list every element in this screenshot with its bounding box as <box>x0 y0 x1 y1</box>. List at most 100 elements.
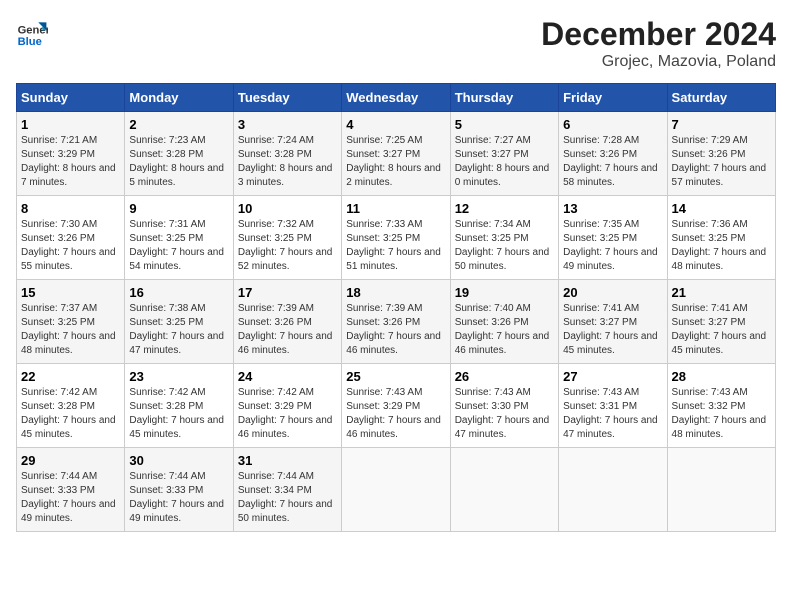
day-number: 24 <box>238 369 337 384</box>
calendar-cell: 29 Sunrise: 7:44 AMSunset: 3:33 PMDayligh… <box>17 448 125 532</box>
day-info: Sunrise: 7:43 AMSunset: 3:29 PMDaylight:… <box>346 386 445 442</box>
weekday-header-saturday: Saturday <box>667 84 775 112</box>
calendar-table: SundayMondayTuesdayWednesdayThursdayFrid… <box>16 83 776 532</box>
day-number: 26 <box>455 369 554 384</box>
day-info: Sunrise: 7:43 AMSunset: 3:30 PMDaylight:… <box>455 386 554 442</box>
calendar-cell <box>342 448 450 532</box>
calendar-cell <box>559 448 667 532</box>
calendar-cell <box>667 448 775 532</box>
day-info: Sunrise: 7:39 AMSunset: 3:26 PMDaylight:… <box>238 302 337 358</box>
calendar-cell: 22 Sunrise: 7:42 AMSunset: 3:28 PMDayligh… <box>17 364 125 448</box>
day-number: 23 <box>129 369 228 384</box>
calendar-cell: 30 Sunrise: 7:44 AMSunset: 3:33 PMDayligh… <box>125 448 233 532</box>
day-info: Sunrise: 7:42 AMSunset: 3:29 PMDaylight:… <box>238 386 337 442</box>
day-info: Sunrise: 7:43 AMSunset: 3:31 PMDaylight:… <box>563 386 662 442</box>
day-info: Sunrise: 7:40 AMSunset: 3:26 PMDaylight:… <box>455 302 554 358</box>
day-info: Sunrise: 7:35 AMSunset: 3:25 PMDaylight:… <box>563 218 662 274</box>
day-number: 8 <box>21 201 120 216</box>
day-number: 19 <box>455 285 554 300</box>
day-number: 5 <box>455 117 554 132</box>
calendar-cell: 2 Sunrise: 7:23 AMSunset: 3:28 PMDaylight… <box>125 112 233 196</box>
day-number: 17 <box>238 285 337 300</box>
day-info: Sunrise: 7:44 AMSunset: 3:33 PMDaylight:… <box>129 470 228 526</box>
day-info: Sunrise: 7:23 AMSunset: 3:28 PMDaylight:… <box>129 134 228 190</box>
day-number: 12 <box>455 201 554 216</box>
calendar-cell: 7 Sunrise: 7:29 AMSunset: 3:26 PMDaylight… <box>667 112 775 196</box>
calendar-cell: 8 Sunrise: 7:30 AMSunset: 3:26 PMDaylight… <box>17 196 125 280</box>
page-header: General Blue December 2024 Grojec, Mazov… <box>16 16 776 71</box>
calendar-cell: 12 Sunrise: 7:34 AMSunset: 3:25 PMDayligh… <box>450 196 558 280</box>
weekday-header-thursday: Thursday <box>450 84 558 112</box>
day-number: 4 <box>346 117 445 132</box>
day-info: Sunrise: 7:33 AMSunset: 3:25 PMDaylight:… <box>346 218 445 274</box>
calendar-cell: 26 Sunrise: 7:43 AMSunset: 3:30 PMDayligh… <box>450 364 558 448</box>
day-info: Sunrise: 7:44 AMSunset: 3:33 PMDaylight:… <box>21 470 120 526</box>
day-number: 11 <box>346 201 445 216</box>
calendar-cell: 23Sunrise: 7:42 AMSunset: 3:28 PMDayligh… <box>125 364 233 448</box>
day-info: Sunrise: 7:43 AMSunset: 3:32 PMDaylight:… <box>672 386 771 442</box>
day-info: Sunrise: 7:24 AMSunset: 3:28 PMDaylight:… <box>238 134 337 190</box>
calendar-cell: 3 Sunrise: 7:24 AMSunset: 3:28 PMDaylight… <box>233 112 341 196</box>
calendar-cell: 24 Sunrise: 7:42 AMSunset: 3:29 PMDayligh… <box>233 364 341 448</box>
day-number: 6 <box>563 117 662 132</box>
calendar-cell: 27 Sunrise: 7:43 AMSunset: 3:31 PMDayligh… <box>559 364 667 448</box>
day-number: 28 <box>672 369 771 384</box>
calendar-cell: 6 Sunrise: 7:28 AMSunset: 3:26 PMDaylight… <box>559 112 667 196</box>
title-block: December 2024 Grojec, Mazovia, Poland <box>541 16 776 71</box>
calendar-cell: 16 Sunrise: 7:38 AMSunset: 3:25 PMDayligh… <box>125 280 233 364</box>
day-info: Sunrise: 7:30 AMSunset: 3:26 PMDaylight:… <box>21 218 120 274</box>
day-info: Sunrise: 7:27 AMSunset: 3:27 PMDaylight:… <box>455 134 554 190</box>
day-number: 3 <box>238 117 337 132</box>
calendar-cell: 31Sunrise: 7:44 AMSunset: 3:34 PMDayligh… <box>233 448 341 532</box>
logo: General Blue <box>16 16 48 48</box>
day-number: 29 <box>21 453 120 468</box>
calendar-cell: 9 Sunrise: 7:31 AMSunset: 3:25 PMDaylight… <box>125 196 233 280</box>
day-number: 30 <box>129 453 228 468</box>
day-number: 9 <box>129 201 228 216</box>
calendar-cell: 17 Sunrise: 7:39 AMSunset: 3:26 PMDayligh… <box>233 280 341 364</box>
day-info: Sunrise: 7:42 AMSunset: 3:28 PMDaylight:… <box>21 386 120 442</box>
calendar-cell: 20Sunrise: 7:41 AMSunset: 3:27 PMDayligh… <box>559 280 667 364</box>
day-number: 15 <box>21 285 120 300</box>
day-info: Sunrise: 7:34 AMSunset: 3:25 PMDaylight:… <box>455 218 554 274</box>
calendar-cell: 10Sunrise: 7:32 AMSunset: 3:25 PMDayligh… <box>233 196 341 280</box>
day-info: Sunrise: 7:25 AMSunset: 3:27 PMDaylight:… <box>346 134 445 190</box>
day-number: 7 <box>672 117 771 132</box>
calendar-cell: 14Sunrise: 7:36 AMSunset: 3:25 PMDayligh… <box>667 196 775 280</box>
day-number: 22 <box>21 369 120 384</box>
day-number: 31 <box>238 453 337 468</box>
day-number: 10 <box>238 201 337 216</box>
day-number: 20 <box>563 285 662 300</box>
weekday-header-wednesday: Wednesday <box>342 84 450 112</box>
day-number: 25 <box>346 369 445 384</box>
weekday-header-tuesday: Tuesday <box>233 84 341 112</box>
day-info: Sunrise: 7:37 AMSunset: 3:25 PMDaylight:… <box>21 302 120 358</box>
day-info: Sunrise: 7:38 AMSunset: 3:25 PMDaylight:… <box>129 302 228 358</box>
calendar-cell: 15 Sunrise: 7:37 AMSunset: 3:25 PMDayligh… <box>17 280 125 364</box>
day-info: Sunrise: 7:21 AMSunset: 3:29 PMDaylight:… <box>21 134 120 190</box>
day-number: 2 <box>129 117 228 132</box>
logo-icon: General Blue <box>16 16 48 48</box>
day-info: Sunrise: 7:31 AMSunset: 3:25 PMDaylight:… <box>129 218 228 274</box>
day-number: 16 <box>129 285 228 300</box>
day-number: 27 <box>563 369 662 384</box>
day-info: Sunrise: 7:29 AMSunset: 3:26 PMDaylight:… <box>672 134 771 190</box>
page-subtitle: Grojec, Mazovia, Poland <box>541 53 776 71</box>
calendar-cell: 4 Sunrise: 7:25 AMSunset: 3:27 PMDaylight… <box>342 112 450 196</box>
day-number: 21 <box>672 285 771 300</box>
day-info: Sunrise: 7:28 AMSunset: 3:26 PMDaylight:… <box>563 134 662 190</box>
calendar-cell: 11 Sunrise: 7:33 AMSunset: 3:25 PMDayligh… <box>342 196 450 280</box>
weekday-header-sunday: Sunday <box>17 84 125 112</box>
day-number: 13 <box>563 201 662 216</box>
calendar-cell: 28 Sunrise: 7:43 AMSunset: 3:32 PMDayligh… <box>667 364 775 448</box>
day-info: Sunrise: 7:39 AMSunset: 3:26 PMDaylight:… <box>346 302 445 358</box>
day-number: 18 <box>346 285 445 300</box>
calendar-cell: 21Sunrise: 7:41 AMSunset: 3:27 PMDayligh… <box>667 280 775 364</box>
calendar-cell: 13 Sunrise: 7:35 AMSunset: 3:25 PMDayligh… <box>559 196 667 280</box>
calendar-cell: 19 Sunrise: 7:40 AMSunset: 3:26 PMDayligh… <box>450 280 558 364</box>
calendar-cell <box>450 448 558 532</box>
calendar-cell: 25 Sunrise: 7:43 AMSunset: 3:29 PMDayligh… <box>342 364 450 448</box>
weekday-header-monday: Monday <box>125 84 233 112</box>
weekday-header-friday: Friday <box>559 84 667 112</box>
calendar-cell: 5 Sunrise: 7:27 AMSunset: 3:27 PMDaylight… <box>450 112 558 196</box>
